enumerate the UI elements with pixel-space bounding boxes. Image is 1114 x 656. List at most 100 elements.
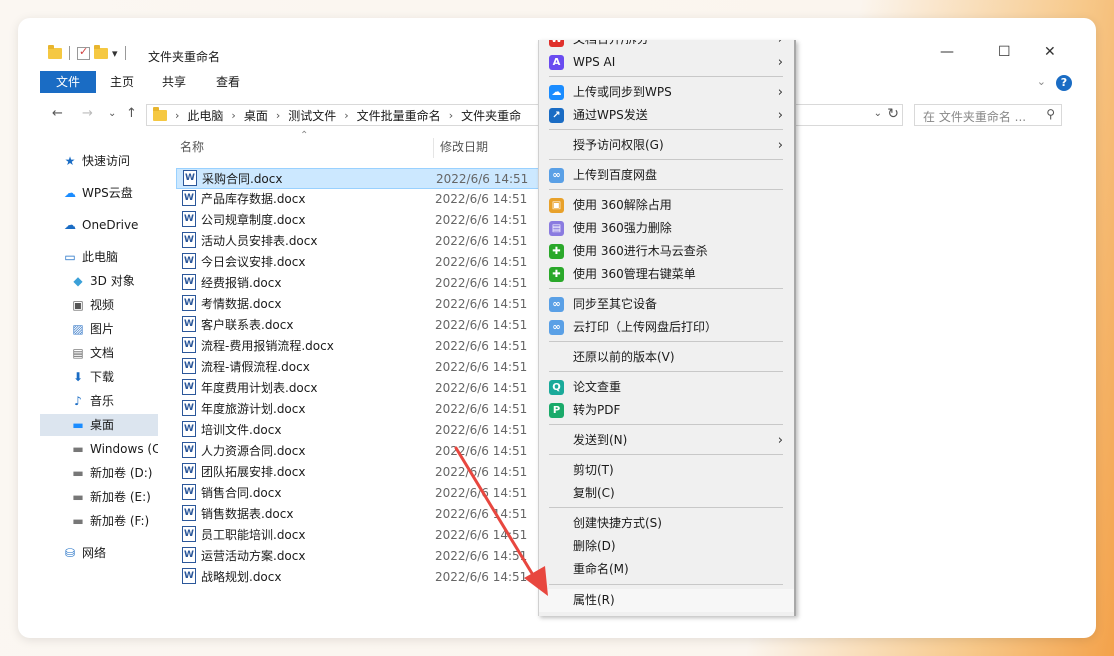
sidebar-item[interactable]: ▬ 新加卷 (D:) (40, 462, 158, 484)
sidebar-item[interactable]: ☁ OneDrive (40, 214, 158, 236)
breadcrumb-batch-rename[interactable]: 文件批量重命名 (357, 107, 441, 124)
menu-separator (549, 341, 783, 342)
file-row[interactable]: 年度费用计划表.docx 2022/6/6 14:51 (176, 378, 576, 399)
word-document-icon (182, 337, 196, 353)
sidebar-item[interactable]: ▬ 新加卷 (E:) (40, 486, 158, 508)
word-document-icon (182, 295, 196, 311)
sidebar-item[interactable]: ☁ WPS云盘 (40, 182, 158, 204)
file-row[interactable]: 流程-费用报销流程.docx 2022/6/6 14:51 (176, 336, 576, 357)
context-menu-item[interactable]: ∞ 上传到百度网盘 (539, 164, 794, 187)
refresh-icon[interactable]: ↻ (887, 106, 899, 122)
recent-dropdown-icon[interactable]: ⌄ (108, 108, 116, 119)
tab-view[interactable]: 查看 (208, 71, 248, 93)
chevron-down-icon[interactable]: ⌄ (1037, 75, 1046, 88)
sidebar-item[interactable]: ▨ 图片 (40, 318, 158, 340)
address-bar[interactable]: › 此电脑 › 桌面 › 测试文件 › 文件批量重命名 › 文件夹重命 (146, 104, 546, 126)
file-row[interactable]: 产品库存数据.docx 2022/6/6 14:51 (176, 189, 576, 210)
back-icon[interactable]: ← (52, 106, 63, 121)
help-icon[interactable]: ? (1056, 75, 1072, 91)
properties-check-icon[interactable] (77, 45, 90, 60)
file-row[interactable]: 流程-请假流程.docx 2022/6/6 14:51 (176, 357, 576, 378)
up-icon[interactable]: ↑ (126, 106, 137, 121)
sidebar-item[interactable]: ★ 快速访问 (40, 150, 158, 172)
chevron-right-icon[interactable]: › (449, 109, 453, 122)
context-menu-item[interactable]: 创建快捷方式(S) (539, 512, 794, 535)
context-menu-item-label: 创建快捷方式(S) (573, 516, 662, 530)
sidebar-item[interactable]: ▬ Windows (C (40, 438, 158, 460)
context-menu-item[interactable]: ▤ 使用 360强力删除 (539, 217, 794, 240)
file-row[interactable]: 员工职能培训.docx 2022/6/6 14:51 (176, 525, 576, 546)
address-dropdown-icon[interactable]: ⌄ (874, 108, 882, 119)
maximize-icon[interactable]: ☐ (998, 44, 1011, 60)
file-row[interactable]: 采购合同.docx 2022/6/6 14:51 (176, 168, 576, 189)
context-menu-item[interactable]: 还原以前的版本(V) (539, 346, 794, 369)
file-row[interactable]: 公司规章制度.docx 2022/6/6 14:51 (176, 210, 576, 231)
context-menu-item[interactable]: A WPS AI › (539, 51, 794, 74)
file-row[interactable]: 销售数据表.docx 2022/6/6 14:51 (176, 504, 576, 525)
file-row[interactable]: 今日会议安排.docx 2022/6/6 14:51 (176, 252, 576, 273)
sidebar-item[interactable]: ♪ 音乐 (40, 390, 158, 412)
breadcrumb-test-files[interactable]: 测试文件 (288, 107, 336, 124)
sidebar-item[interactable]: ⬇ 下载 (40, 366, 158, 388)
context-menu-item[interactable]: ✚ 使用 360管理右键菜单 (539, 263, 794, 286)
context-menu-item[interactable]: 复制(C) (539, 482, 794, 505)
new-folder-icon[interactable] (94, 44, 108, 59)
word-document-icon (182, 463, 196, 479)
tab-share[interactable]: 共享 (154, 71, 194, 93)
breadcrumb-desktop[interactable]: 桌面 (244, 107, 268, 124)
file-row[interactable]: 销售合同.docx 2022/6/6 14:51 (176, 483, 576, 504)
file-row[interactable]: 战略规划.docx 2022/6/6 14:51 (176, 567, 576, 588)
chevron-right-icon[interactable]: › (231, 109, 235, 122)
context-menu-item[interactable]: 剪切(T) (539, 459, 794, 482)
tab-file[interactable]: 文件 (40, 71, 96, 93)
chevron-right-icon[interactable]: › (344, 109, 348, 122)
context-menu-item[interactable]: Q 论文查重 (539, 376, 794, 399)
breadcrumb-this-pc[interactable]: 此电脑 (187, 107, 223, 124)
column-divider[interactable] (433, 138, 434, 158)
file-row[interactable]: 运营活动方案.docx 2022/6/6 14:51 (176, 546, 576, 567)
context-menu-item[interactable]: 发送到(N) › (539, 429, 794, 452)
breadcrumb-folder-rename[interactable]: 文件夹重命 (461, 107, 521, 124)
sidebar-item[interactable]: ◆ 3D 对象 (40, 270, 158, 292)
context-menu-item[interactable]: ∞ 云打印（上传网盘后打印） (539, 316, 794, 339)
context-menu-item[interactable]: ✚ 使用 360进行木马云查杀 (539, 240, 794, 263)
forward-icon[interactable]: → (82, 106, 93, 121)
context-menu-item[interactable]: W 文档合并/拆分 › (539, 40, 794, 51)
file-row[interactable]: 考情数据.docx 2022/6/6 14:51 (176, 294, 576, 315)
sidebar-item[interactable]: ▬ 新加卷 (F:) (40, 510, 158, 532)
context-menu-item[interactable]: 删除(D) (539, 535, 794, 558)
context-menu-item[interactable]: P 转为PDF (539, 399, 794, 422)
word-document-icon (182, 274, 196, 290)
context-menu-item[interactable]: 授予访问权限(G) › (539, 134, 794, 157)
chevron-right-icon[interactable]: › (175, 109, 179, 122)
sidebar-item[interactable]: ▤ 文档 (40, 342, 158, 364)
file-row[interactable]: 培训文件.docx 2022/6/6 14:51 (176, 420, 576, 441)
search-input[interactable]: 在 文件夹重命名 ... ⚲ (914, 104, 1062, 126)
context-menu-item-label: 通过WPS发送 (573, 108, 648, 122)
file-row[interactable]: 人力资源合同.docx 2022/6/6 14:51 (176, 441, 576, 462)
chevron-right-icon[interactable]: › (276, 109, 280, 122)
context-menu-item[interactable]: ☁ 上传或同步到WPS › (539, 81, 794, 104)
context-menu-item[interactable]: 重命名(M) (539, 558, 794, 581)
column-header-name[interactable]: 名称 (180, 138, 204, 155)
context-menu-item-label: 属性(R) (573, 593, 615, 607)
file-row[interactable]: 年度旅游计划.docx 2022/6/6 14:51 (176, 399, 576, 420)
context-menu-item[interactable]: 属性(R) (539, 589, 794, 612)
file-row[interactable]: 活动人员安排表.docx 2022/6/6 14:51 (176, 231, 576, 252)
minimize-icon[interactable]: — (940, 44, 954, 60)
tab-home[interactable]: 主页 (102, 71, 142, 93)
sidebar-item[interactable]: ▭ 此电脑 (40, 246, 158, 268)
file-row[interactable]: 客户联系表.docx 2022/6/6 14:51 (176, 315, 576, 336)
file-row[interactable]: 团队拓展安排.docx 2022/6/6 14:51 (176, 462, 576, 483)
file-row[interactable]: 经费报销.docx 2022/6/6 14:51 (176, 273, 576, 294)
qat-dropdown-icon[interactable]: ▾ (112, 47, 118, 60)
close-icon[interactable]: ✕ (1044, 44, 1056, 60)
context-menu-item[interactable]: ↗ 通过WPS发送 › (539, 104, 794, 127)
sidebar-item[interactable]: ▣ 视频 (40, 294, 158, 316)
context-menu-item[interactable]: ▣ 使用 360解除占用 (539, 194, 794, 217)
column-header-date[interactable]: 修改日期 (440, 138, 488, 155)
sidebar-item[interactable]: ⛁ 网络 (40, 542, 158, 564)
context-menu-item[interactable]: ∞ 同步至其它设备 (539, 293, 794, 316)
sidebar-item[interactable]: ▬ 桌面 (40, 414, 158, 436)
360-menu-icon: ✚ (549, 267, 564, 282)
